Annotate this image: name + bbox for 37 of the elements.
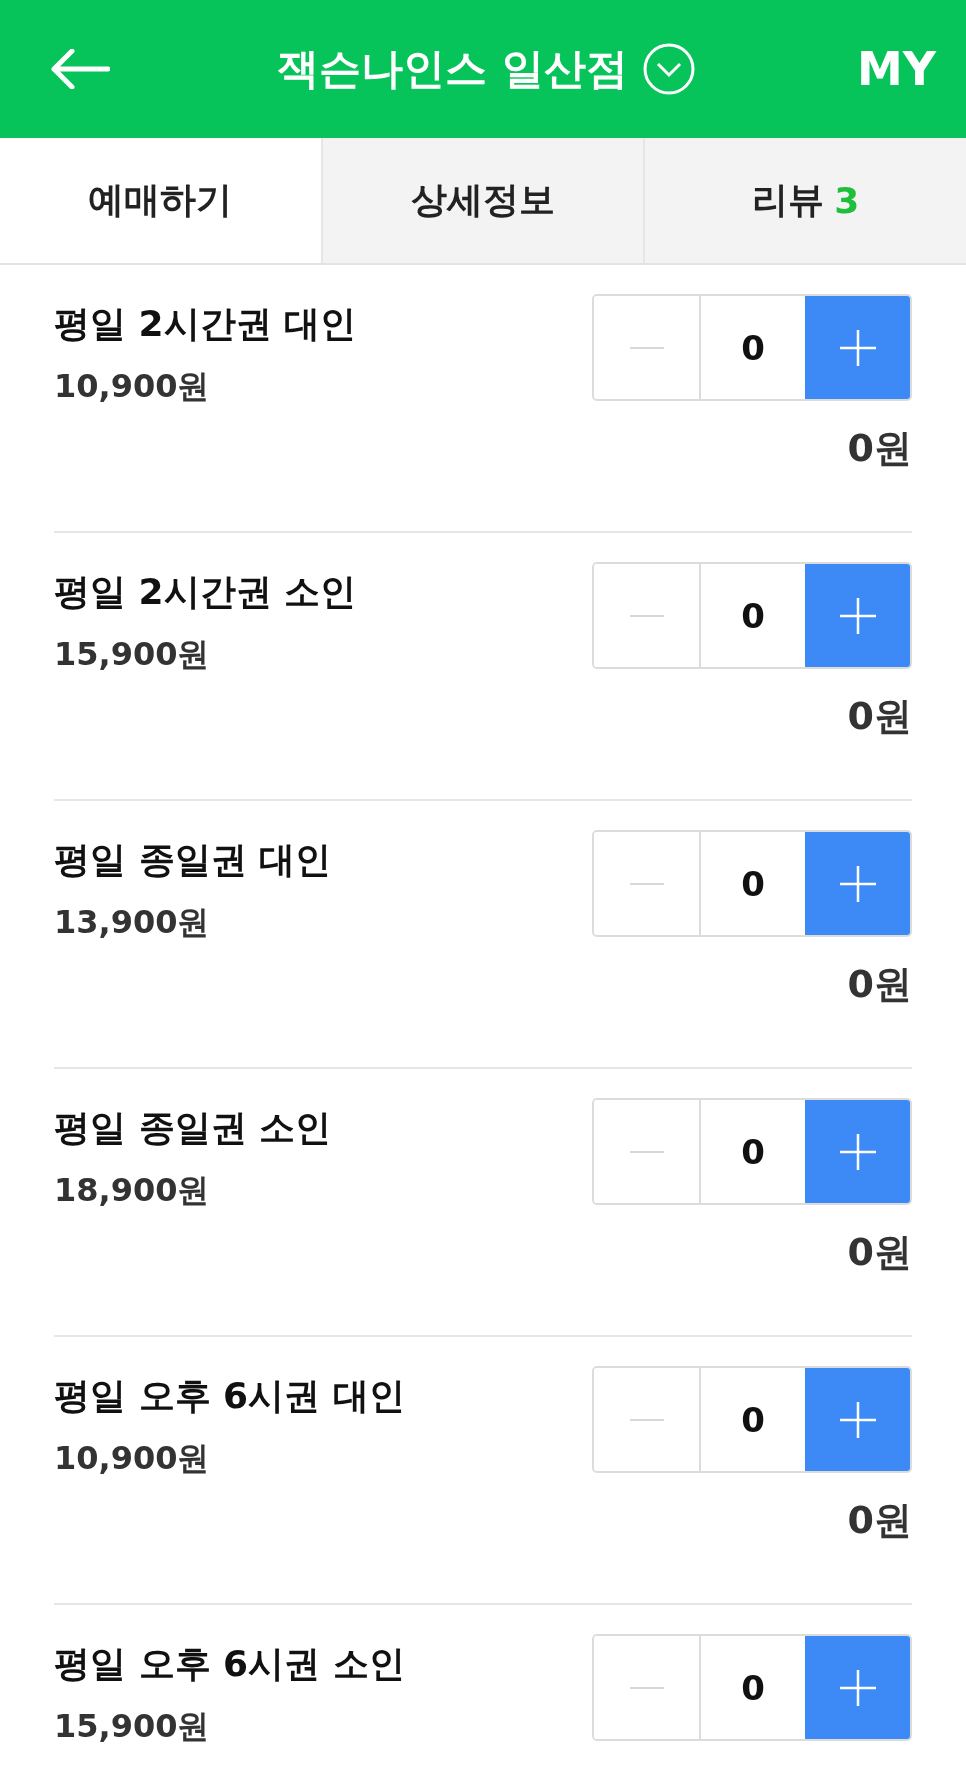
- ticket-total: 0원: [847, 1229, 912, 1276]
- tab-label: 예매하기: [88, 178, 233, 222]
- ticket-total: 0원: [847, 693, 912, 740]
- ticket-price: 15,900원: [54, 1706, 211, 1747]
- ticket-price: 15,900원: [54, 634, 211, 675]
- plus-button[interactable]: [805, 1636, 910, 1739]
- plus-button[interactable]: [805, 296, 910, 399]
- ticket-price: 13,900원: [54, 902, 211, 943]
- ticket-name: 평일 종일권 소인: [54, 1106, 332, 1150]
- plus-icon: [839, 1133, 876, 1170]
- ticket-name: 평일 2시간권 소인: [54, 570, 357, 614]
- ticket-total: 0원: [847, 961, 912, 1008]
- ticket-total: 0원: [847, 1497, 912, 1544]
- ticket-price: 10,900원: [54, 1438, 211, 1479]
- tab[interactable]: 리뷰 3: [645, 138, 966, 263]
- chevron-down-icon: [641, 42, 696, 96]
- plus-icon: [839, 865, 876, 902]
- tab[interactable]: 상세정보: [322, 138, 646, 263]
- plus-icon: [839, 329, 876, 366]
- ticket-total: 0원: [847, 425, 912, 472]
- plus-button[interactable]: [805, 1368, 910, 1471]
- plus-button[interactable]: [805, 832, 910, 935]
- back-arrow-icon: [50, 49, 110, 89]
- tab-label: 상세정보: [411, 178, 555, 222]
- plus-button[interactable]: [805, 564, 910, 667]
- review-count: 3: [834, 180, 860, 221]
- ticket-price: 10,900원: [54, 366, 211, 407]
- ticket-name: 평일 오후 6시권 대인: [54, 1374, 405, 1418]
- plus-icon: [839, 1669, 876, 1706]
- ticket-name: 평일 2시간권 대인: [54, 302, 357, 346]
- ticket-price: 18,900원: [54, 1170, 211, 1211]
- tab-label: 리뷰: [752, 178, 825, 222]
- plus-icon: [839, 597, 876, 634]
- plus-button[interactable]: [805, 1100, 910, 1203]
- ticket-name: 평일 오후 6시권 소인: [54, 1642, 405, 1686]
- plus-icon: [839, 1401, 876, 1438]
- ticket-name: 평일 종일권 대인: [54, 838, 332, 882]
